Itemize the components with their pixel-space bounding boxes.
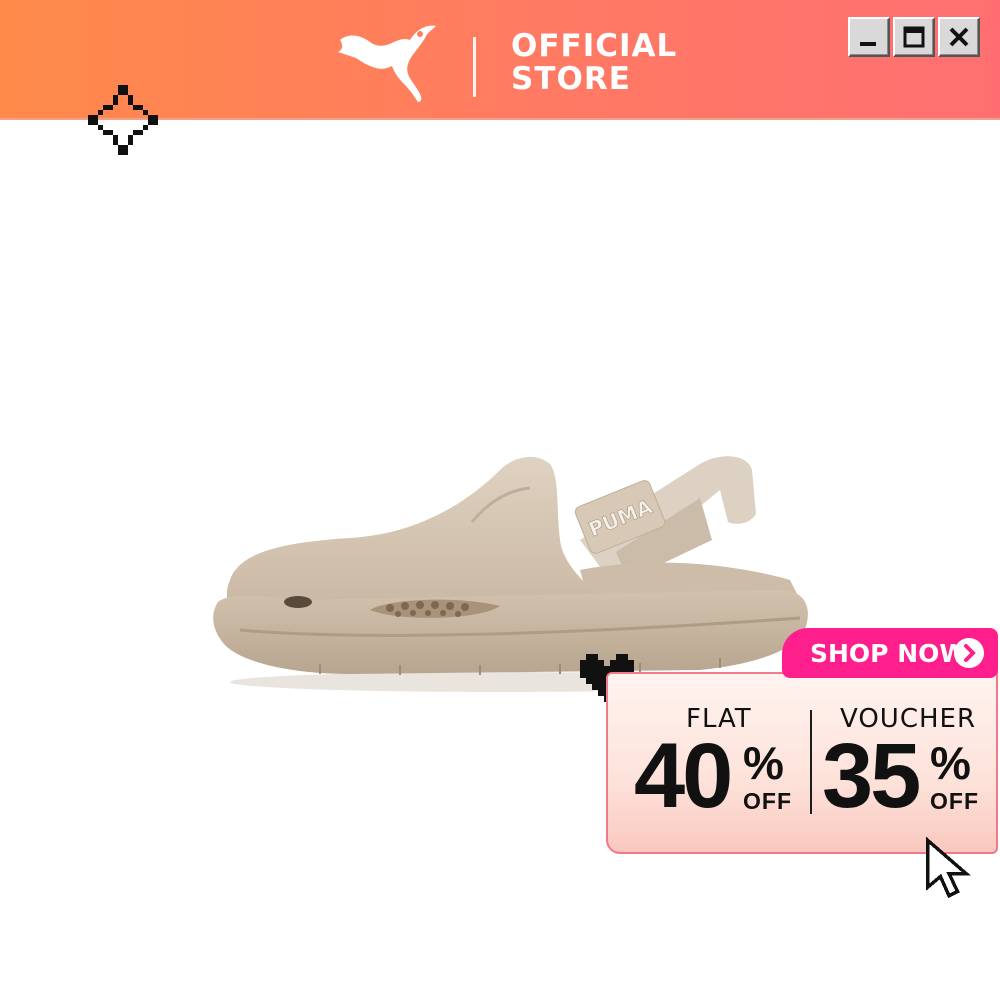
brand-divider	[473, 37, 476, 97]
shop-now-button[interactable]: SHOP NOW	[784, 630, 996, 676]
close-icon	[949, 27, 969, 47]
minimize-icon	[860, 42, 876, 46]
maximize-button[interactable]	[893, 17, 935, 57]
flat-discount-value: 40	[634, 725, 733, 827]
brand-line-store: STORE	[511, 61, 631, 97]
voucher-off-label: OFF	[930, 788, 979, 814]
maximize-icon	[903, 26, 925, 48]
flat-off-label: OFF	[743, 788, 792, 814]
chevron-right-icon	[954, 638, 984, 668]
clog-sandal-image: PUMA	[213, 456, 808, 692]
brand-line-official: OFFICIAL	[511, 28, 678, 64]
puma-logo-icon	[338, 25, 436, 102]
minimize-button[interactable]	[848, 17, 890, 57]
discount-card: FLAT 40 % OFF VOUCHER 35 % OFF	[606, 672, 998, 854]
pixel-cursor-icon	[925, 836, 971, 899]
voucher-discount-value: 35	[822, 725, 921, 827]
shop-now-label: SHOP NOW	[810, 638, 967, 668]
close-button[interactable]	[938, 17, 980, 57]
voucher-percent-sign: %	[930, 737, 971, 789]
brand-block: OFFICIAL STORE	[336, 22, 676, 102]
flat-percent-sign: %	[743, 737, 784, 789]
offer-divider	[810, 710, 812, 814]
sparkle-icon	[88, 85, 158, 155]
brand-title: OFFICIAL STORE	[511, 30, 677, 96]
window-controls	[848, 17, 980, 57]
